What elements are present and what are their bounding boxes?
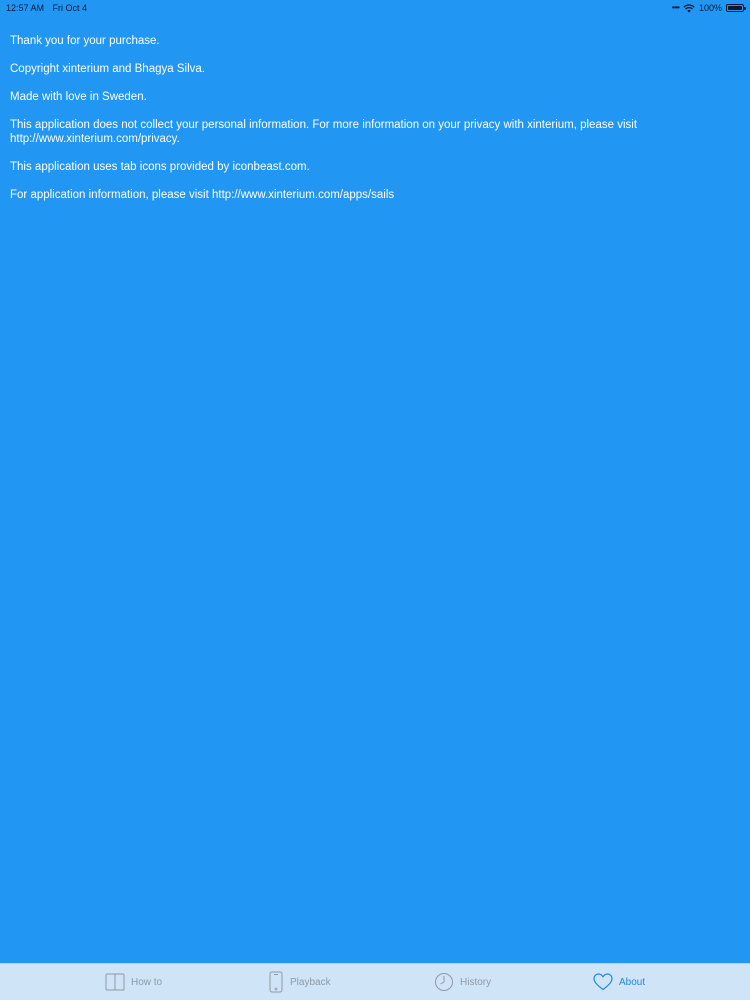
tab-about-label: About: [619, 976, 646, 988]
battery-fill: [728, 6, 742, 10]
copyright-text: Copyright xinterium and Bhagya Silva.: [10, 63, 205, 75]
status-right: •••• 100%: [671, 0, 746, 16]
book-icon: [105, 973, 125, 991]
battery-icon: [726, 4, 746, 12]
tab-playback[interactable]: Playback: [268, 964, 331, 1000]
tab-how-to-label: How to: [131, 976, 163, 988]
about-content: Thank you for your purchase. Copyright x…: [10, 34, 730, 216]
made-in-text: Made with love in Sweden.: [10, 91, 147, 103]
tab-playback-label: Playback: [290, 976, 331, 988]
clock-icon: [435, 973, 453, 991]
icons-credit-text: This application uses tab icons provided…: [10, 161, 310, 173]
status-bar: 12:57 AM Fri Oct 4 •••• 100%: [0, 0, 750, 16]
phone-icon: [269, 971, 283, 993]
tab-history-label: History: [460, 976, 492, 988]
status-time: 12:57 AM: [6, 3, 45, 13]
privacy-text: This application does not collect your p…: [10, 119, 638, 145]
thanks-text: Thank you for your purchase.: [10, 35, 160, 47]
status-date: Fri Oct 4: [52, 3, 88, 13]
tab-about[interactable]: About: [593, 964, 645, 1000]
app-info-text: For application information, please visi…: [10, 189, 395, 201]
tab-how-to[interactable]: How to: [105, 964, 162, 1000]
tab-history[interactable]: History: [434, 964, 491, 1000]
battery-percent: 100%: [698, 3, 722, 13]
status-left: 12:57 AM Fri Oct 4: [6, 0, 93, 16]
heart-icon: [593, 973, 613, 991]
wifi-icon: [683, 3, 695, 12]
tab-bar: How to Playback History About: [0, 963, 750, 1000]
signal-dots-icon: ••••: [671, 3, 680, 12]
